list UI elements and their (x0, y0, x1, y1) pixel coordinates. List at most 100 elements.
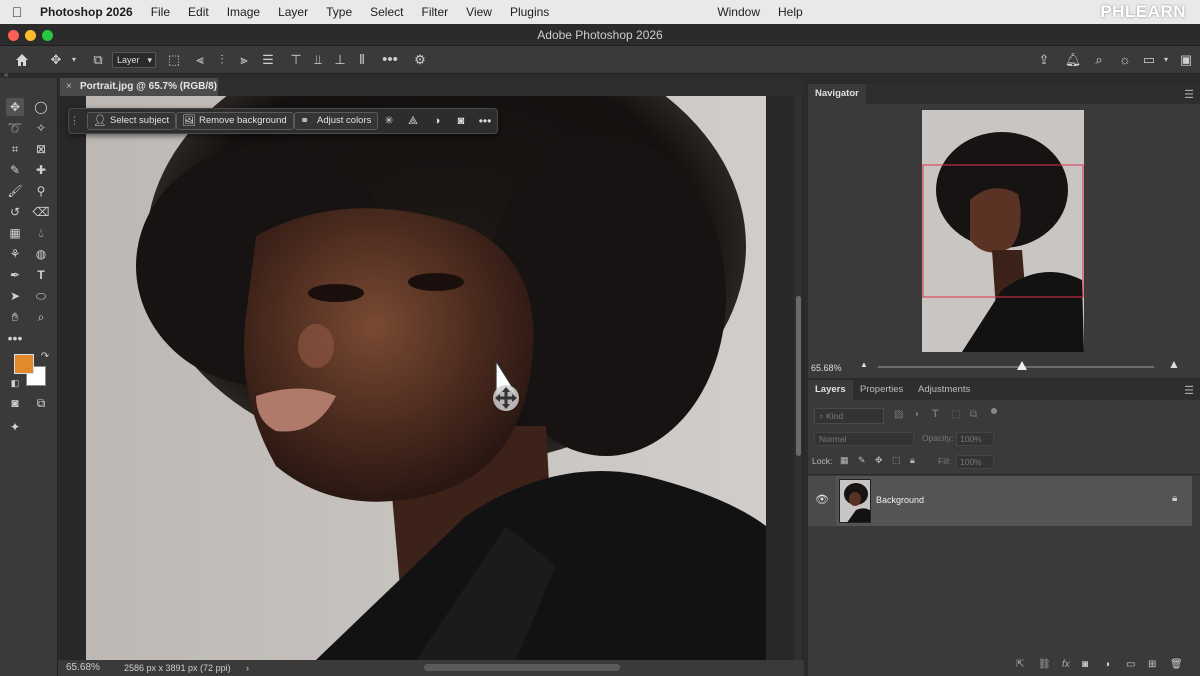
add-mask-icon[interactable]: ◙ (1082, 659, 1088, 670)
path-selection-tool-icon[interactable]: ➤ (6, 287, 24, 305)
brush-tool-icon[interactable]: 🖌︎ (6, 182, 24, 200)
new-group-folder-icon[interactable]: ▭ (1126, 659, 1135, 670)
menu-filter[interactable]: Filter (412, 5, 457, 19)
drag-handle-icon[interactable]: ⋮ (69, 113, 80, 129)
default-colors-icon[interactable]: ◧ (6, 374, 24, 392)
remove-background-button[interactable]: 🖼︎ Remove background (176, 112, 294, 130)
status-info-arrow[interactable]: › (246, 660, 249, 676)
align-bottom-icon[interactable]: ⊥ (330, 50, 350, 70)
navigator-thumbnail[interactable] (922, 110, 1084, 352)
elliptical-marquee-tool-icon[interactable]: ◯ (32, 98, 50, 116)
new-layer-icon[interactable]: ⊞ (1148, 659, 1156, 670)
menu-image[interactable]: Image (218, 5, 269, 19)
menu-window[interactable]: Window (708, 5, 769, 19)
notifications-bell-icon[interactable]: 🔔︎ (1063, 50, 1083, 70)
adjustment-layer-icon[interactable]: ◑ (429, 113, 445, 129)
tab-adjustments[interactable]: Adjustments (911, 380, 977, 400)
menu-edit[interactable]: Edit (179, 5, 218, 19)
filter-type-icon[interactable]: T (932, 408, 939, 420)
lock-artboard-icon[interactable]: ⬚ (892, 455, 901, 466)
filter-smart-object-icon[interactable]: ⧉ (970, 409, 977, 420)
menu-help[interactable]: Help (769, 5, 812, 19)
canvas-vertical-scroll-thumb[interactable] (796, 296, 801, 456)
opacity-input[interactable]: 100% (956, 432, 994, 446)
spot-healing-brush-icon[interactable]: ✚ (32, 161, 50, 179)
auto-select-target-dropdown[interactable]: Layer ▾ (112, 52, 156, 68)
close-document-icon[interactable]: × (66, 78, 72, 96)
share-icon[interactable]: ⇪ (1034, 50, 1054, 70)
fill-input[interactable]: 100% (956, 455, 994, 469)
transform-controls-icon[interactable]: ⬚ (164, 50, 184, 70)
frame-tool-icon[interactable]: ⊠ (32, 140, 50, 158)
zoom-tool-icon[interactable]: ⌕ (32, 308, 50, 326)
tab-properties[interactable]: Properties (853, 380, 910, 400)
sponge-tool-icon[interactable]: ◍ (32, 245, 50, 263)
canvas-horizontal-scroll-thumb[interactable] (424, 664, 620, 671)
align-top-icon[interactable]: ⊤ (286, 50, 306, 70)
menu-type[interactable]: Type (317, 5, 361, 19)
pen-tool-icon[interactable]: ✒ (6, 266, 24, 284)
transform-icon[interactable]: ⟁ (405, 113, 421, 129)
gradient-tool-icon[interactable]: ▦ (6, 224, 24, 242)
auto-select-layers-icon[interactable]: ⧉ (88, 50, 108, 70)
align-vertical-center-icon[interactable]: ⫫ (308, 50, 328, 70)
layers-panel-menu-icon[interactable]: ☰ (1184, 384, 1194, 397)
lock-position-icon[interactable]: ✥ (875, 455, 883, 466)
ellipse-shape-tool-icon[interactable]: ⬭ (32, 287, 50, 305)
lock-image-pixels-icon[interactable]: ✎ (858, 455, 866, 466)
layer-name[interactable]: Background (876, 495, 924, 505)
move-tool-icon[interactable]: ✥ (46, 50, 66, 70)
dodge-tool-icon[interactable]: ⚘ (6, 245, 24, 263)
move-tool-icon[interactable]: ✥ (6, 98, 24, 116)
cloud-documents-icon[interactable]: ▣ (1176, 50, 1196, 70)
edit-toolbar-more-icon[interactable]: ••• (6, 329, 24, 347)
generative-sparkle-icon[interactable]: ✳ (381, 113, 397, 129)
settings-gear-icon[interactable]: ⚙ (410, 50, 430, 70)
search-icon[interactable]: ⌕ (1089, 50, 1109, 70)
mask-icon[interactable]: ◙ (453, 113, 469, 129)
type-tool-icon[interactable]: T (32, 266, 50, 284)
navigator-panel-menu-icon[interactable]: ☰ (1184, 88, 1194, 101)
layer-filter-kind-dropdown[interactable]: ⌕ Kind (814, 408, 884, 424)
hand-tool-icon[interactable]: ✋︎ (6, 308, 24, 326)
swap-colors-icon[interactable]: ↷ (36, 348, 54, 366)
tab-layers[interactable]: Layers (808, 380, 853, 400)
eye-visibility-icon[interactable]: 👁︎ (815, 493, 829, 506)
select-subject-button[interactable]: 👤︎ Select subject (87, 112, 177, 130)
filter-pixel-icon[interactable]: ▨ (894, 409, 903, 420)
share-layers-icon[interactable]: ⇱ (1016, 659, 1024, 670)
filter-adjustment-icon[interactable]: ◑ (913, 409, 919, 420)
more-options-icon[interactable]: ••• (380, 50, 400, 70)
new-adjustment-layer-icon[interactable]: ◑ (1104, 659, 1110, 670)
eraser-tool-icon[interactable]: ⌫ (32, 203, 50, 221)
screen-mode-icon[interactable]: ⧉ (32, 394, 50, 412)
zoom-level[interactable]: 65.68% (66, 660, 100, 676)
foreground-color-front[interactable] (14, 354, 34, 374)
lock-transparent-pixels-icon[interactable]: ▦ (840, 455, 849, 466)
distribute-horizontal-icon[interactable]: ☰ (258, 50, 278, 70)
menu-plugins[interactable]: Plugins (501, 5, 558, 19)
zoom-window-button[interactable] (42, 30, 53, 41)
minimize-window-button[interactable] (25, 30, 36, 41)
clone-stamp-tool-icon[interactable]: ⚲ (32, 182, 50, 200)
layer-lock-icon[interactable]: 🔒︎ (1172, 493, 1177, 504)
delete-layer-trash-icon[interactable]: 🗑︎ (1170, 659, 1183, 670)
layer-visibility-cell[interactable]: 👁︎ (808, 476, 836, 526)
align-horizontal-center-icon[interactable]: ⫶ (212, 50, 232, 70)
filter-toggle-icon[interactable] (991, 408, 997, 414)
canvas-area[interactable] (58, 96, 804, 660)
generative-fill-icon[interactable]: ✦ (6, 418, 24, 436)
layer-style-fx-icon[interactable]: fx (1062, 659, 1070, 670)
zoom-out-mountain-icon[interactable]: ▲ (860, 360, 868, 369)
navigator-zoom-slider-handle[interactable] (1016, 361, 1027, 370)
lock-all-icon[interactable]: 🔒︎ (910, 455, 915, 466)
menu-file[interactable]: File (142, 5, 179, 19)
workspace-chevron-down-icon[interactable]: ▾ (1156, 50, 1176, 70)
discover-lightbulb-icon[interactable]: ☼ (1115, 50, 1135, 70)
apple-menu-icon[interactable]:  (0, 4, 34, 20)
distribute-vertical-icon[interactable]: ⦀ (352, 50, 372, 70)
lasso-tool-icon[interactable]: ➰ (6, 119, 24, 137)
crop-tool-icon[interactable]: ⌗ (6, 140, 24, 158)
more-actions-icon[interactable]: ••• (477, 113, 493, 129)
blur-tool-icon[interactable]: 💧︎ (32, 224, 50, 242)
